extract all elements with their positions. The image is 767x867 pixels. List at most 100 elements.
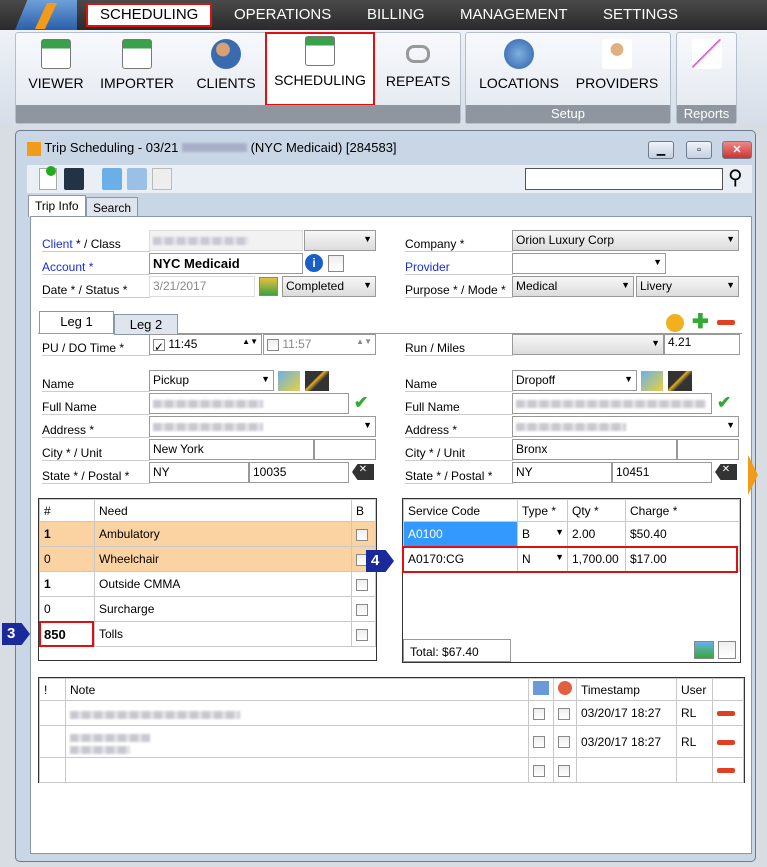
attach-icon[interactable] [127,168,147,190]
viewer-button[interactable]: VIEWER [21,37,91,105]
need-checkbox[interactable] [356,628,368,641]
window-icon[interactable] [152,168,172,190]
scheduling-button[interactable]: SCHEDULING [265,32,375,106]
pickup-name-select[interactable]: Pickup [149,370,274,391]
note-text[interactable] [65,725,529,758]
tab-search[interactable]: Search [86,197,139,218]
table-row[interactable]: 1 Outside CMMA [39,571,376,597]
delete-note-icon[interactable] [717,768,735,774]
need-count[interactable]: 0 [39,596,95,622]
need-count[interactable]: 1 [39,571,95,597]
edit-location-icon[interactable] [305,371,329,391]
run-select[interactable] [512,334,664,355]
note-text[interactable] [65,700,529,726]
driver-checkbox[interactable] [533,764,545,777]
service-code[interactable]: A0100 [403,521,518,547]
need-count[interactable]: 1 [39,521,95,547]
swap-legs-icon[interactable] [666,314,684,332]
clients-button[interactable]: CLIENTS [191,37,261,105]
driver-checkbox[interactable] [533,707,545,720]
note-text[interactable] [65,757,529,783]
provider-select[interactable] [512,253,666,274]
table-row[interactable]: 03/20/17 18:27 RL [39,700,744,726]
reports-button[interactable] [687,37,727,105]
type-select[interactable]: B ▼ [517,521,568,547]
tab-leg-2[interactable]: Leg 2 [114,314,178,335]
table-row[interactable]: 1 Ambulatory [39,521,376,547]
map-icon[interactable] [641,371,663,391]
need-checkbox[interactable] [356,528,368,541]
pickup-postal-field[interactable]: 10035 [249,462,349,483]
locations-button[interactable]: LOCATIONS [474,37,564,105]
do-spinner[interactable]: ▲▼ [356,337,372,346]
account-label[interactable]: Account * [42,255,150,275]
do-time-field[interactable]: 11:57 ▲▼ [263,334,376,355]
dropoff-state-field[interactable]: NY [512,462,612,483]
search-input[interactable] [525,168,723,190]
table-row[interactable]: A0100 B ▼ 2.00 $50.40 [403,521,740,547]
client-checkbox[interactable] [558,707,570,720]
minimize-button[interactable]: ▁ [648,141,674,159]
pickup-fullname-field[interactable] [149,393,349,414]
delete-note-icon[interactable] [717,711,735,717]
dropoff-city-field[interactable]: Bronx [512,439,677,460]
dropoff-address-select[interactable] [512,416,739,437]
maximize-button[interactable]: ▫ [686,141,712,159]
mode-select[interactable]: Livery [636,276,739,297]
date-swap-icon[interactable] [259,277,278,296]
company-select[interactable]: Orion Luxury Corp [512,230,739,251]
menu-management[interactable]: MANAGEMENT [448,3,580,27]
providers-button[interactable]: PROVIDERS [571,37,663,105]
archive-icon[interactable] [102,168,122,190]
table-row[interactable]: 03/20/17 18:27 RL [39,725,744,758]
table-row[interactable]: 0 Wheelchair [39,546,376,572]
dropoff-name-select[interactable]: Dropoff [512,370,637,391]
provider-label[interactable]: Provider [405,255,513,275]
services-checkbox[interactable] [718,641,736,659]
tab-trip-info[interactable]: Trip Info [28,195,86,217]
table-row[interactable] [39,757,744,783]
export-icon[interactable] [694,641,714,659]
info-icon[interactable]: i [305,254,323,272]
search-icon[interactable]: ⚲ [728,165,743,190]
repeats-button[interactable]: REPEATS [379,37,457,105]
client-checkbox[interactable] [558,736,570,749]
new-icon[interactable] [39,166,57,190]
class-select[interactable] [304,230,376,251]
pu-time-checkbox[interactable]: ✓ [153,338,165,354]
pickup-city-field[interactable]: New York [149,439,314,460]
dropdown-icon[interactable]: ▼ [555,527,564,537]
menu-operations[interactable]: OPERATIONS [222,3,343,27]
pu-spinner[interactable]: ▲▼ [242,337,258,346]
delete-note-icon[interactable] [717,739,735,745]
dropoff-fullname-field[interactable] [512,393,712,414]
save-icon[interactable] [64,168,84,190]
qty[interactable]: 2.00 [567,521,626,547]
menu-billing[interactable]: BILLING [355,3,437,27]
account-select[interactable]: NYC Medicaid [149,253,303,274]
miles-field[interactable]: 4.21 [664,334,740,355]
date-field[interactable]: 3/21/2017 [149,276,255,297]
tab-leg-1[interactable]: Leg 1 [39,311,114,333]
edit-location-icon[interactable] [668,371,692,391]
need-count[interactable]: 0 [39,546,95,572]
dropoff-unit-field[interactable] [677,439,739,460]
importer-button[interactable]: IMPORTER [96,37,178,105]
map-icon[interactable] [278,371,300,391]
purpose-select[interactable]: Medical [512,276,634,297]
pickup-address-select[interactable] [149,416,376,437]
do-time-checkbox[interactable] [267,338,279,351]
close-button[interactable]: ✕ [722,141,752,159]
client-checkbox[interactable] [558,764,570,777]
menu-settings[interactable]: SETTINGS [591,3,690,27]
table-row[interactable]: 0 Surcharge [39,596,376,622]
account-checkbox[interactable] [328,255,344,272]
driver-checkbox[interactable] [533,736,545,749]
dropoff-postal-field[interactable]: 10451 [612,462,712,483]
need-checkbox[interactable] [356,578,368,591]
add-leg-icon[interactable]: ✚ [692,312,709,332]
need-checkbox[interactable] [356,603,368,616]
status-select[interactable]: Completed [282,276,376,297]
charge[interactable]: $50.40 [625,521,740,547]
pickup-unit-field[interactable] [314,439,376,460]
